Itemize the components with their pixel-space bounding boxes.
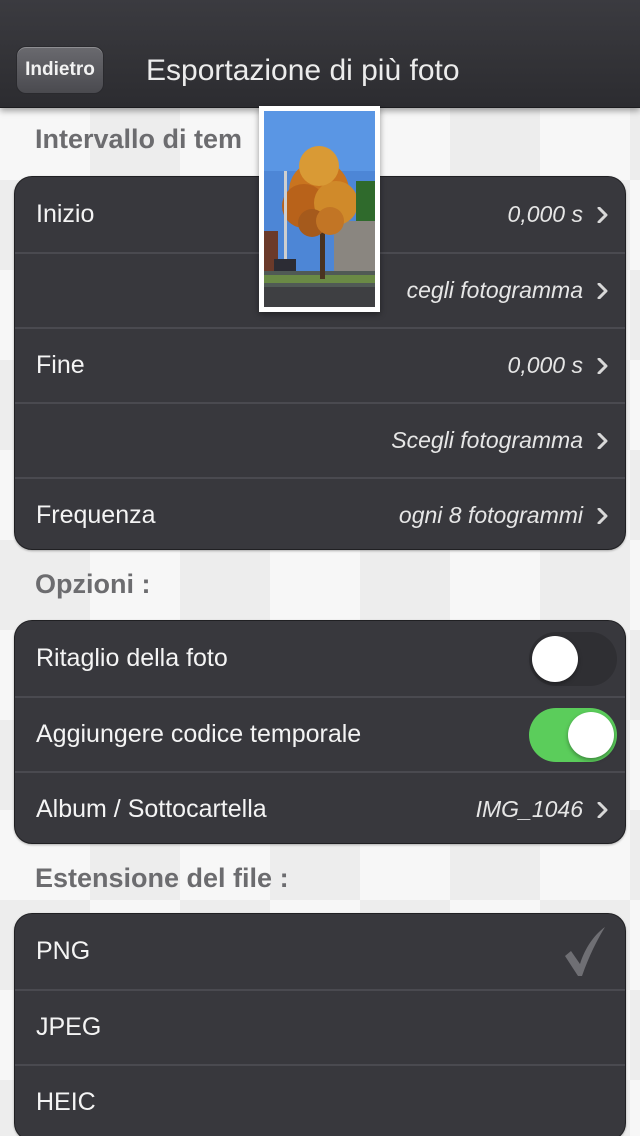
timecode-row: Aggiungere codice temporale (15, 696, 625, 771)
back-button[interactable]: Indietro (16, 46, 104, 94)
crop-label: Ritaglio della foto (36, 644, 228, 672)
frequency-label: Frequenza (36, 501, 156, 529)
navigation-bar: Indietro Esportazione di più foto (0, 0, 640, 108)
frame-thumbnail[interactable] (259, 106, 380, 312)
album-label: Album / Sottocartella (36, 795, 267, 823)
options-section-header: Opzioni : (35, 569, 151, 599)
end-frame-row[interactable]: Scegli fotogramma (15, 402, 625, 477)
frequency-value: ogni 8 fotogrammi (398, 502, 583, 528)
chevron-right-icon (597, 801, 608, 818)
extension-jpeg-row[interactable]: JPEG (15, 989, 625, 1064)
checkmark-icon (565, 926, 605, 976)
extension-section-header: Estensione del file : (35, 863, 289, 893)
start-value: 0,000 s (507, 201, 583, 227)
chevron-right-icon (597, 507, 608, 524)
chevron-right-icon (597, 357, 608, 374)
end-label: Fine (36, 351, 85, 379)
extension-label: HEIC (36, 1088, 96, 1116)
interval-section-header: Intervallo di tem (35, 124, 243, 154)
timecode-toggle[interactable] (529, 707, 617, 762)
chevron-right-icon (597, 206, 608, 223)
end-value: 0,000 s (507, 352, 583, 378)
extension-label: PNG (36, 937, 91, 965)
timecode-label: Aggiungere codice temporale (36, 720, 362, 748)
crop-toggle[interactable] (529, 631, 617, 686)
album-value: IMG_1046 (475, 796, 583, 822)
end-row[interactable]: Fine 0,000 s (15, 327, 625, 402)
thumbnail-photo-image (264, 111, 375, 307)
start-label: Inizio (36, 200, 95, 228)
toggle-knob (568, 711, 614, 758)
crop-row: Ritaglio della foto (15, 621, 625, 696)
extension-heic-row[interactable]: HEIC (15, 1064, 625, 1136)
extension-group: PNG JPEG HEIC (14, 913, 626, 1136)
frequency-row[interactable]: Frequenza ogni 8 fotogrammi (15, 477, 625, 549)
extension-png-row[interactable]: PNG (15, 914, 625, 989)
page-title: Esportazione di più foto (146, 54, 460, 87)
chevron-right-icon (597, 432, 608, 449)
end-frame-value: Scegli fotogramma (391, 427, 583, 453)
album-row[interactable]: Album / Sottocartella IMG_1046 (15, 771, 625, 843)
extension-label: JPEG (36, 1013, 102, 1041)
options-group: Ritaglio della foto Aggiungere codice te… (14, 620, 626, 844)
start-frame-value: cegli fotogramma (406, 277, 583, 303)
chevron-right-icon (597, 282, 608, 299)
toggle-knob (532, 635, 578, 682)
